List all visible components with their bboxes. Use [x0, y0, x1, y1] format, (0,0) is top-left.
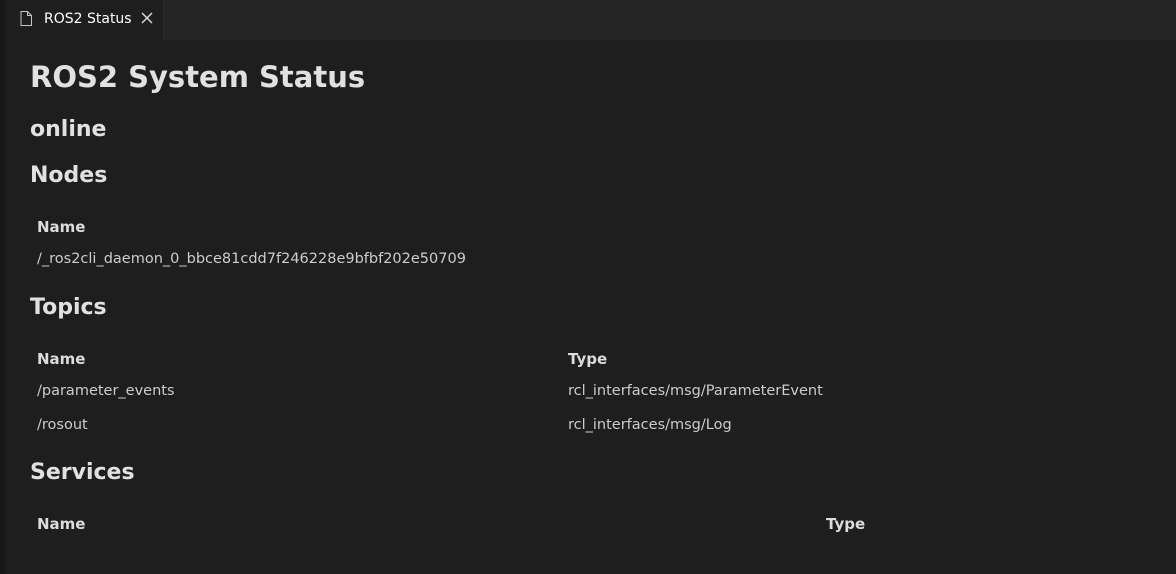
table-row-topic-name: /rosout [37, 417, 88, 433]
table-row-topic-type: rcl_interfaces/msg/ParameterEvent [568, 383, 823, 399]
system-status-text: online [30, 117, 107, 142]
services-column-type: Type [826, 515, 866, 533]
page-title: ROS2 System Status [30, 60, 366, 94]
services-column-name: Name [37, 515, 86, 533]
editor-left-gutter [0, 0, 6, 574]
tab-label: ROS2 Status [44, 11, 132, 27]
close-icon[interactable] [140, 11, 154, 25]
table-row-topic-name: /parameter_events [37, 383, 175, 399]
table-row-topic-type: rcl_interfaces/msg/Log [568, 417, 732, 433]
services-heading: Services [30, 460, 135, 485]
table-row-node: /_ros2cli_daemon_0_bbce81cdd7f246228e9bf… [37, 251, 466, 267]
topics-column-type: Type [568, 350, 608, 368]
topics-heading: Topics [30, 295, 107, 320]
nodes-column-name: Name [37, 218, 86, 236]
nodes-heading: Nodes [30, 163, 108, 188]
editor-tab-bar: ROS2 Status [6, 0, 1176, 40]
file-icon [20, 11, 32, 26]
tab-ros2-status[interactable]: ROS2 Status [6, 0, 164, 40]
topics-column-name: Name [37, 350, 86, 368]
